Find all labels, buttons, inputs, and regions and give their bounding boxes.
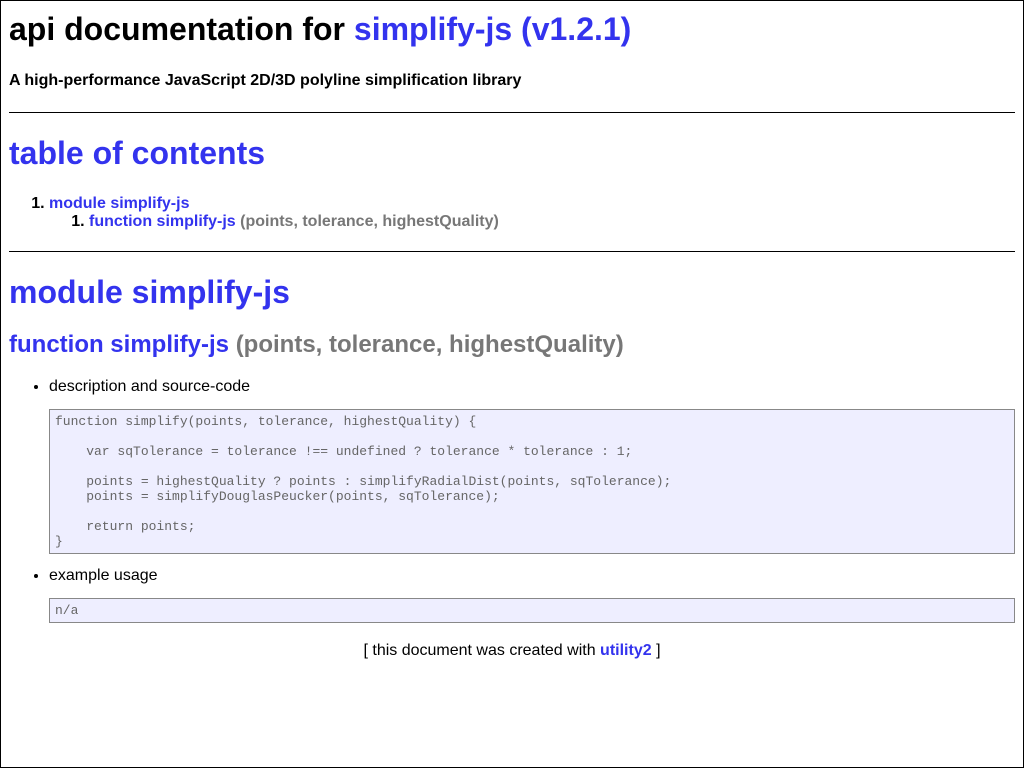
description-item: description and source-code function sim… <box>49 378 1015 554</box>
footer: [ this document was created with utility… <box>9 642 1015 660</box>
page-title-prefix: api documentation for <box>9 11 345 47</box>
page-title: api documentation for simplify-js (v1.2.… <box>9 9 1015 49</box>
description-label: description and source-code <box>49 378 251 395</box>
toc-heading: table of contents <box>9 135 266 171</box>
toc-item-module: module simplify-js function simplify-js … <box>49 195 1015 231</box>
toc-function-signature: (points, tolerance, highestQuality) <box>240 213 499 230</box>
toc-list: module simplify-js function simplify-js … <box>9 195 1015 231</box>
function-heading: function simplify-js (points, tolerance,… <box>9 330 1015 360</box>
toc-module-link[interactable]: module simplify-js <box>49 195 189 212</box>
divider <box>9 112 1015 113</box>
example-item: example usage n/a <box>49 567 1015 623</box>
toc-function-link[interactable]: function simplify-js <box>89 213 236 230</box>
divider <box>9 251 1015 252</box>
page: api documentation for simplify-js (v1.2.… <box>1 9 1023 660</box>
page-subtitle: A high-performance JavaScript 2D/3D poly… <box>9 72 522 89</box>
utility2-link[interactable]: utility2 <box>600 642 652 659</box>
toc-item-function: function simplify-js (points, tolerance,… <box>89 213 1015 231</box>
example-label: example usage <box>49 567 158 584</box>
function-signature: (points, tolerance, highestQuality) <box>235 331 624 358</box>
example-code-block: n/a <box>49 598 1015 623</box>
function-details: description and source-code function sim… <box>9 378 1015 623</box>
footer-text: [ this document was created with <box>363 642 596 659</box>
toc-sublist: function simplify-js (points, tolerance,… <box>49 213 1015 231</box>
source-code-block: function simplify(points, tolerance, hig… <box>49 409 1015 554</box>
footer-close: ] <box>656 642 661 659</box>
package-link[interactable]: simplify-js (v1.2.1) <box>354 11 631 47</box>
module-heading: module simplify-js <box>9 274 290 310</box>
function-name-link[interactable]: function simplify-js <box>9 331 229 358</box>
